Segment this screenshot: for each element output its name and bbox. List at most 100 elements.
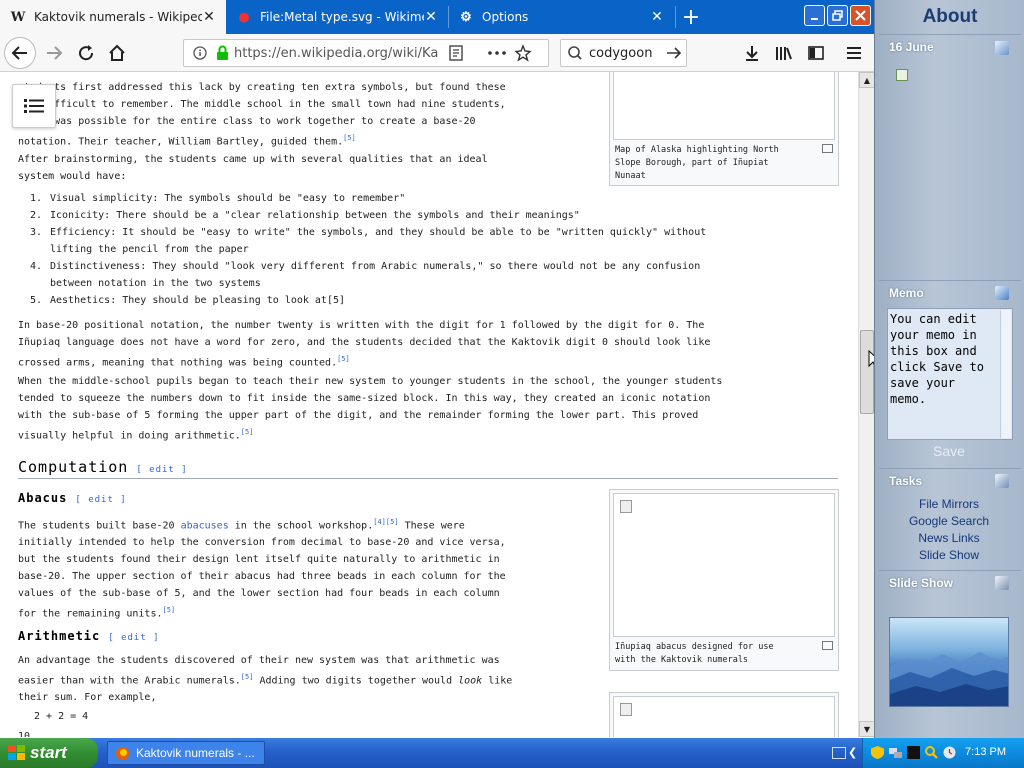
citation-link[interactable]: [5]: [163, 606, 176, 614]
memo-scrollbar[interactable]: [1000, 310, 1011, 438]
tab-kaktovik-numerals[interactable]: W Kaktovik numerals - Wikipedia ✕: [0, 0, 226, 34]
close-window-button[interactable]: [850, 5, 871, 26]
calendar-date: 16 June: [889, 40, 934, 54]
list-item: 1. Visual simplicity: The symbols should …: [30, 190, 706, 207]
navigation-toolbar: https://en.wikipedia.org/wiki/Ka codygoo…: [0, 34, 874, 72]
tab-strip: W Kaktovik numerals - Wikipedia ✕ ● File…: [0, 0, 874, 34]
close-icon: [855, 10, 866, 21]
citation-link[interactable]: [5]: [241, 428, 254, 436]
task-link-news-links[interactable]: News Links: [874, 531, 1024, 545]
network-icon[interactable]: [889, 746, 902, 759]
citation-link[interactable]: [5]: [343, 134, 356, 142]
sidebar-toggle-button[interactable]: [802, 39, 830, 67]
slideshow-image[interactable]: [889, 617, 1009, 707]
magnifier-icon[interactable]: [925, 746, 938, 759]
home-button[interactable]: [103, 39, 131, 67]
reader-view-icon[interactable]: [444, 44, 470, 62]
taskbar-clock[interactable]: 7:13 PM: [965, 746, 1006, 758]
text-line: for the remaining units.: [18, 608, 163, 620]
more-actions-icon[interactable]: [484, 44, 510, 62]
intro-paragraph: students first addressed this lack by cr…: [18, 79, 506, 150]
downloads-button[interactable]: [738, 39, 766, 67]
shield-icon[interactable]: [871, 746, 884, 759]
calendar-gadget-icon[interactable]: [995, 41, 1009, 55]
memo-textarea[interactable]: You can edit your memo in this box and c…: [887, 308, 1013, 440]
close-icon[interactable]: ✕: [202, 10, 216, 24]
wikipedia-icon: W: [10, 9, 26, 25]
arithmetic-paragraph: An advantage the students discovered of …: [18, 652, 512, 706]
citation-link[interactable]: [5]: [386, 518, 399, 526]
clock-icon[interactable]: [943, 746, 956, 759]
search-input[interactable]: codygoon: [589, 46, 664, 61]
taskbar-item-firefox[interactable]: Kaktovik numerals - ...: [107, 741, 265, 765]
figure-caption: Iñupiaq abacus designed for use with the…: [613, 637, 835, 667]
gear-icon: ⚙: [460, 9, 472, 25]
back-button[interactable]: [4, 37, 36, 69]
memo-save-button[interactable]: Save: [874, 443, 1024, 459]
menu-button[interactable]: [840, 39, 868, 67]
tasks-gadget-icon[interactable]: [995, 474, 1009, 488]
reload-button[interactable]: [72, 39, 100, 67]
citation-link[interactable]: [5]: [337, 355, 350, 363]
scroll-down-button[interactable]: ▼: [859, 721, 875, 737]
caption-line: Map of Alaska highlighting North: [615, 145, 779, 155]
task-link-file-mirrors[interactable]: File Mirrors: [874, 497, 1024, 511]
close-icon[interactable]: ✕: [650, 10, 664, 24]
library-button[interactable]: [770, 39, 798, 67]
abacus-image[interactable]: [613, 493, 835, 637]
url-text[interactable]: https://en.wikipedia.org/wiki/Ka: [234, 46, 444, 61]
minimize-button[interactable]: [804, 5, 825, 26]
task-link-slide-show[interactable]: Slide Show: [874, 548, 1024, 562]
broken-image-icon: [620, 703, 632, 716]
citation-link[interactable]: [5]: [241, 673, 254, 681]
vertical-scrollbar[interactable]: ▲ ▼: [858, 72, 875, 737]
edit-link[interactable]: [ edit ]: [108, 633, 159, 643]
list-item: 3. Efficiency: It should be "easy to writ…: [30, 224, 706, 258]
go-arrow-icon[interactable]: [664, 44, 686, 62]
citation-link[interactable]: [5]: [327, 295, 345, 306]
wikimedia-icon: ●: [238, 9, 250, 25]
heading-text: Abacus: [18, 491, 68, 505]
info-icon[interactable]: [184, 44, 212, 62]
edit-link[interactable]: [ edit ]: [75, 495, 126, 505]
abacuses-link[interactable]: abacuses: [181, 520, 229, 531]
table-of-contents-button[interactable]: [12, 84, 56, 128]
text-line: values of the sub-base of 5, and the low…: [18, 588, 500, 600]
text-line: Iñupiaq language does not have a word fo…: [18, 337, 711, 348]
bookmark-star-icon[interactable]: [510, 44, 536, 62]
search-bar[interactable]: codygoon: [560, 39, 687, 67]
url-bar[interactable]: https://en.wikipedia.org/wiki/Ka: [183, 39, 549, 67]
edit-link[interactable]: [ edit ]: [136, 465, 187, 475]
scroll-up-button[interactable]: ▲: [859, 72, 875, 88]
terminal-icon[interactable]: [907, 746, 920, 759]
memo-gadget-icon[interactable]: [995, 286, 1009, 300]
tab-options[interactable]: ⚙ Options ✕: [448, 0, 674, 34]
lock-icon[interactable]: [212, 44, 234, 62]
tab-metal-type-svg[interactable]: ● File:Metal type.svg - Wikimedia Co ✕: [226, 0, 448, 34]
enlarge-icon[interactable]: [822, 641, 833, 650]
close-icon[interactable]: ✕: [424, 10, 438, 24]
text-line: in the school workshop.: [228, 520, 374, 532]
text-line: system would have:: [18, 171, 127, 182]
scroll-thumb[interactable]: [860, 330, 874, 414]
picture-icon[interactable]: [896, 69, 908, 81]
calendar-panel: 16 June: [879, 34, 1021, 278]
arithmetic-image[interactable]: [613, 696, 835, 737]
enlarge-icon[interactable]: [822, 144, 833, 153]
reload-icon: [79, 45, 94, 61]
chevron-left-icon[interactable]: ❮: [848, 746, 857, 759]
restore-button[interactable]: [827, 5, 848, 26]
map-image[interactable]: [613, 72, 835, 140]
memo-text[interactable]: You can edit your memo in this box and c…: [890, 312, 984, 406]
new-tab-button[interactable]: +: [676, 0, 706, 34]
sidebars-icon: [808, 46, 824, 60]
slideshow-gadget-icon[interactable]: [995, 576, 1009, 590]
forward-button[interactable]: [40, 39, 68, 67]
text-line: like: [482, 675, 513, 687]
citation-link[interactable]: [4]: [373, 518, 386, 526]
task-link-google-search[interactable]: Google Search: [874, 514, 1024, 528]
text-line: Aesthetics: They should be pleasing to l…: [50, 295, 327, 306]
start-button[interactable]: start: [0, 738, 98, 768]
keyboard-icon[interactable]: [832, 747, 846, 759]
triangle-up-icon: ▲: [863, 75, 871, 85]
